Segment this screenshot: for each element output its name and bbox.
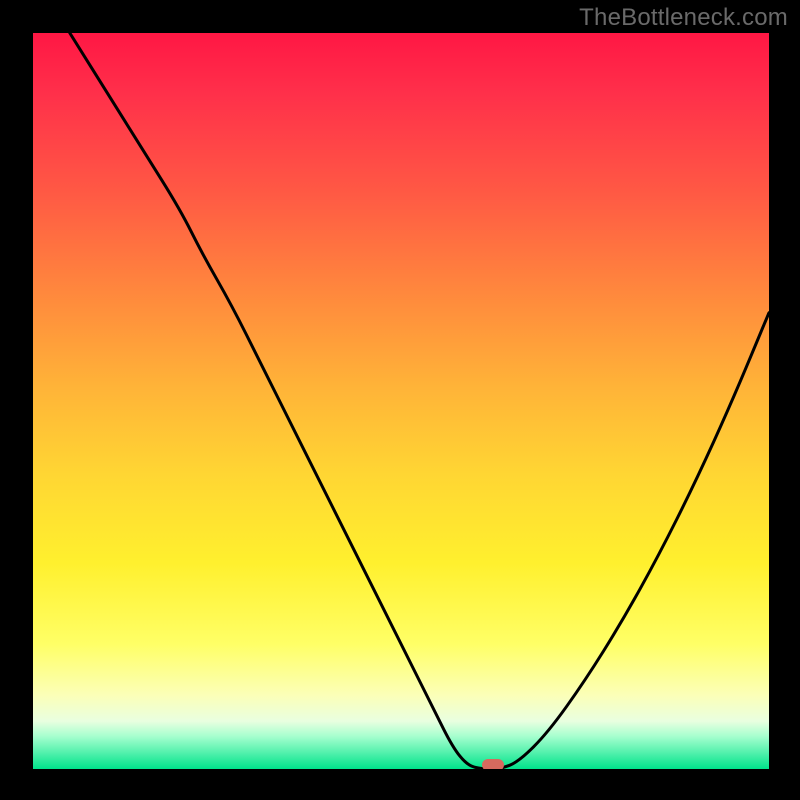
bottleneck-curve <box>33 33 769 769</box>
plot-area <box>33 33 769 769</box>
watermark-text: TheBottleneck.com <box>579 4 788 32</box>
chart-container: TheBottleneck.com <box>0 0 800 800</box>
optimum-marker <box>482 759 504 769</box>
